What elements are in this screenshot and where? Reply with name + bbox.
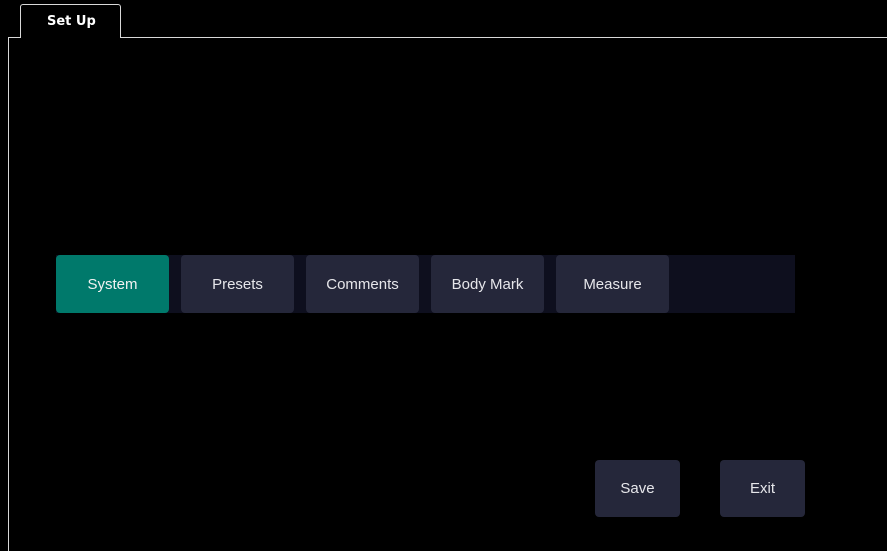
setup-window: Set Up System Presets Comments Body Mark… bbox=[0, 0, 887, 551]
system-button[interactable]: System bbox=[56, 255, 169, 313]
measure-button[interactable]: Measure bbox=[556, 255, 669, 313]
comments-button[interactable]: Comments bbox=[306, 255, 419, 313]
tab-set-up[interactable]: Set Up bbox=[20, 4, 121, 38]
tab-set-up-label: Set Up bbox=[47, 14, 96, 29]
setup-category-bar: System Presets Comments Body Mark Measur… bbox=[56, 255, 795, 313]
tab-divider-right bbox=[120, 37, 887, 38]
presets-button[interactable]: Presets bbox=[181, 255, 294, 313]
body-mark-button[interactable]: Body Mark bbox=[431, 255, 544, 313]
exit-button[interactable]: Exit bbox=[720, 460, 805, 517]
save-button[interactable]: Save bbox=[595, 460, 680, 517]
frame-left-border bbox=[8, 37, 9, 551]
